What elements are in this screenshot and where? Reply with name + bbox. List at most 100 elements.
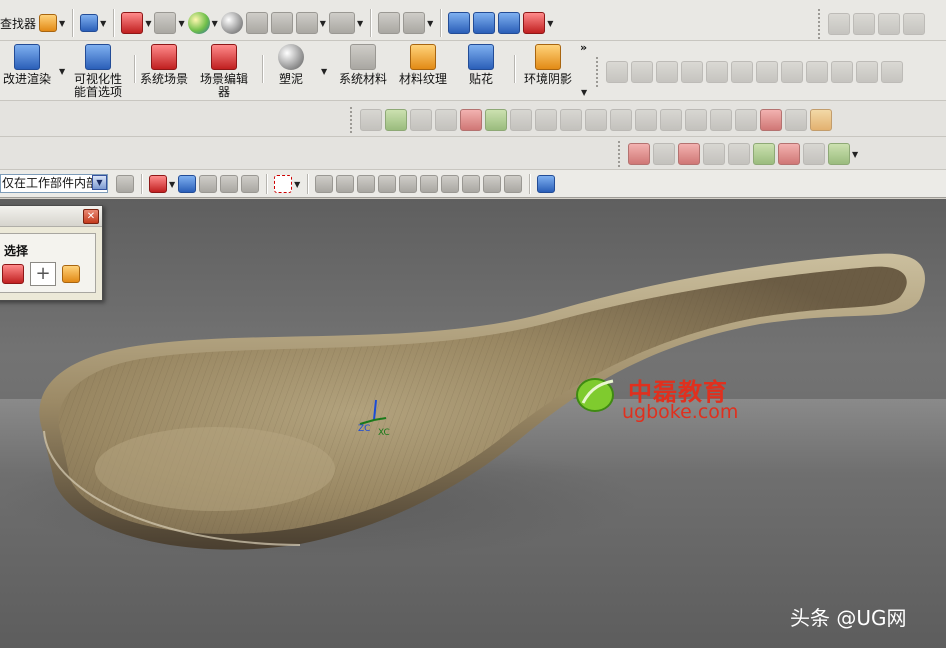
find-label[interactable]: 查找器 xyxy=(0,15,36,32)
clay-button[interactable]: 塑泥 xyxy=(270,44,312,86)
through-curves-icon[interactable] xyxy=(753,143,775,165)
toolbar-grip[interactable] xyxy=(818,9,822,39)
cylinder-icon[interactable] xyxy=(435,109,457,131)
snap-intersect-icon[interactable] xyxy=(378,175,397,193)
snap-center-icon[interactable] xyxy=(420,175,439,193)
dropdown-arrow-icon[interactable]: ▼ xyxy=(178,19,184,28)
material-texture-button[interactable]: 材料纹理 xyxy=(396,44,450,86)
rectangle-select-icon[interactable] xyxy=(274,175,293,193)
n-sided-icon[interactable] xyxy=(778,143,800,165)
block-icon[interactable] xyxy=(360,109,382,131)
selection-dialog[interactable]: ✕ 选择 + xyxy=(0,205,103,301)
pattern-icon[interactable] xyxy=(706,61,728,83)
snap-tangent-icon[interactable] xyxy=(399,175,418,193)
dropdown-arrow-icon[interactable]: ▼ xyxy=(321,67,327,76)
offset-icon[interactable] xyxy=(756,61,778,83)
stripes-icon[interactable] xyxy=(635,109,657,131)
chevron-down-icon[interactable]: ▼ xyxy=(92,175,107,190)
shading-icon[interactable] xyxy=(220,12,243,34)
dropdown-arrow-icon[interactable]: ▼ xyxy=(145,19,151,28)
dropdown-arrow-icon[interactable]: ▼ xyxy=(852,150,858,159)
shell-icon[interactable] xyxy=(410,109,432,131)
toolbar-grip[interactable] xyxy=(618,141,622,167)
ruled-icon[interactable] xyxy=(728,143,750,165)
dropdown-arrow-icon[interactable]: ▼ xyxy=(100,19,106,28)
draft-icon[interactable] xyxy=(735,109,757,131)
hatch-icon[interactable] xyxy=(585,109,607,131)
blend-icon[interactable] xyxy=(856,61,878,83)
edit-line-icon[interactable] xyxy=(631,61,653,83)
more-tools-chevron[interactable]: » xyxy=(580,41,587,54)
select-face-icon[interactable] xyxy=(199,175,218,193)
undo-select-icon[interactable] xyxy=(178,175,197,193)
dropdown-arrow-icon[interactable]: ▼ xyxy=(581,88,587,97)
circle-icon[interactable] xyxy=(560,109,582,131)
edge-icon[interactable] xyxy=(535,109,557,131)
section-view-icon[interactable] xyxy=(378,12,401,34)
chamfer-icon[interactable] xyxy=(710,109,732,131)
ambient-shadow-button[interactable]: 环境阴影 xyxy=(520,44,576,86)
edit-object-display-icon[interactable] xyxy=(523,12,546,34)
system-scene-button[interactable]: 系统场景 xyxy=(138,44,190,86)
snap-point-icon[interactable] xyxy=(149,175,167,193)
sheet-icon[interactable] xyxy=(628,143,650,165)
snap-mid-icon[interactable] xyxy=(336,175,355,193)
view-iso-icon[interactable] xyxy=(270,12,293,34)
transform-icon[interactable] xyxy=(681,61,703,83)
swept-icon[interactable] xyxy=(703,143,725,165)
patch-icon[interactable] xyxy=(828,143,850,165)
extend-icon[interactable] xyxy=(781,61,803,83)
system-materials-button[interactable]: 系统材料 xyxy=(336,44,390,86)
dropdown-arrow-icon[interactable]: ▼ xyxy=(427,19,433,28)
class-browser-icon[interactable] xyxy=(39,14,58,32)
select-feature-icon[interactable] xyxy=(220,175,239,193)
plane-icon[interactable] xyxy=(385,109,407,131)
dropdown-arrow-icon[interactable]: ▼ xyxy=(59,19,65,28)
background-icon[interactable] xyxy=(328,12,355,34)
add-selection-button[interactable]: + xyxy=(30,262,56,286)
view-right-icon[interactable] xyxy=(295,12,318,34)
mesh-icon[interactable] xyxy=(653,143,675,165)
face-icon[interactable] xyxy=(510,109,532,131)
dropdown-arrow-icon[interactable]: ▼ xyxy=(547,19,553,28)
toolbar-grip[interactable] xyxy=(350,107,354,133)
snap-existing-icon[interactable] xyxy=(462,175,481,193)
decal-button[interactable]: 贴花 xyxy=(460,44,502,86)
line-icon[interactable] xyxy=(606,61,628,83)
analysis-icon[interactable] xyxy=(878,13,900,35)
box-icon[interactable] xyxy=(660,109,682,131)
angle-icon[interactable] xyxy=(685,109,707,131)
zoom-icon[interactable] xyxy=(154,12,177,34)
select-body-icon[interactable] xyxy=(241,175,260,193)
dropdown-arrow-icon[interactable]: ▼ xyxy=(357,19,363,28)
grid-icon[interactable] xyxy=(610,109,632,131)
measure-icon[interactable] xyxy=(853,13,875,35)
select-intent-icon[interactable] xyxy=(62,265,80,283)
snap-curve-icon[interactable] xyxy=(483,175,502,193)
info-icon[interactable] xyxy=(80,14,99,32)
snap-bounded-icon[interactable] xyxy=(537,175,556,193)
cone-icon[interactable] xyxy=(810,109,832,131)
table-icon[interactable] xyxy=(828,13,850,35)
heart-icon[interactable] xyxy=(678,143,700,165)
visualization-preferences-button[interactable]: 可视化性 能首选项 xyxy=(70,44,126,99)
view-front-icon[interactable] xyxy=(245,12,268,34)
fit-view-icon[interactable] xyxy=(121,12,144,34)
join-icon[interactable] xyxy=(881,61,903,83)
dropdown-arrow-icon[interactable]: ▼ xyxy=(169,180,175,189)
render-style-icon[interactable] xyxy=(187,12,210,34)
array-icon[interactable] xyxy=(731,61,753,83)
display-icon[interactable] xyxy=(903,13,925,35)
dropdown-arrow-icon[interactable]: ▼ xyxy=(294,180,300,189)
bridge-icon[interactable] xyxy=(803,143,825,165)
layer-settings-icon[interactable] xyxy=(448,12,471,34)
dropdown-arrow-icon[interactable]: ▼ xyxy=(212,19,218,28)
dropdown-arrow-icon[interactable]: ▼ xyxy=(59,67,65,76)
toolbar-grip[interactable] xyxy=(596,57,600,87)
point-icon[interactable] xyxy=(785,109,807,131)
clipping-icon[interactable] xyxy=(403,12,426,34)
snap-control-icon[interactable] xyxy=(357,175,376,193)
arc-icon[interactable] xyxy=(656,61,678,83)
snap-quadrant-icon[interactable] xyxy=(441,175,460,193)
dropdown-arrow-icon[interactable]: ▼ xyxy=(320,19,326,28)
